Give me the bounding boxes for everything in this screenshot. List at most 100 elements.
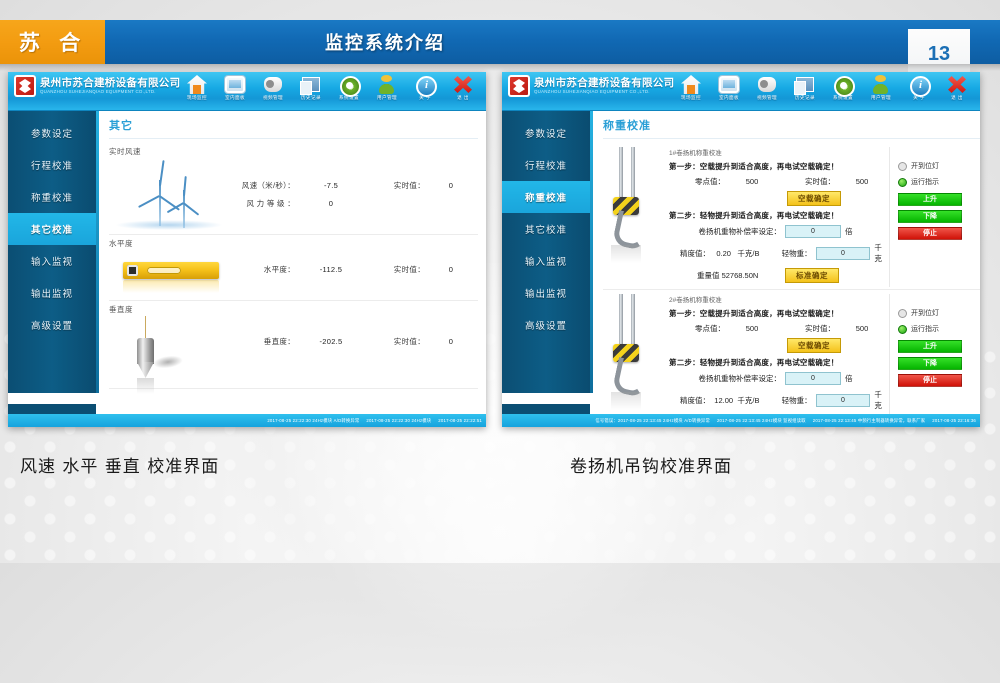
toolbar-item-indoor-panel[interactable]: 室内面板 [710, 74, 748, 110]
info-icon [415, 75, 437, 97]
sidebar-item-input-monitoring[interactable]: 输入监视 [8, 245, 96, 277]
status-text: 信号错误：2017-08-25 22:13:45 24Hz模块 A/D转换异常 [595, 417, 710, 423]
run-lamp-indicator: 运行指示 [898, 177, 980, 187]
toolbar-item-user-management[interactable]: 用户管理 [368, 74, 406, 110]
limit-lamp-label: 开到位灯 [911, 310, 939, 317]
sidebar-item-input-monitoring[interactable]: 输入监视 [502, 245, 590, 277]
block-title: 1#卷扬机称重校准 [669, 150, 722, 157]
field-row: 垂直度： -202.5 实时值： 0 [229, 336, 478, 347]
toolbar-item-system-settings[interactable]: 系统设置 [824, 74, 862, 110]
zero-label: 零点值： [695, 177, 725, 186]
toolbar-label: 用户管理 [377, 95, 397, 100]
wind-turbine-icon [109, 158, 229, 232]
field-value: -112.5 [319, 265, 343, 274]
empty-load-confirm-button[interactable]: 空载确定 [787, 191, 841, 206]
field-label: 垂直度： [263, 337, 295, 346]
sidebar-item-weighing-calibration[interactable]: 称重校准 [502, 181, 590, 213]
toolbar-item-exit[interactable]: 退 出 [938, 74, 976, 110]
spirit-level-icon [109, 250, 229, 298]
sidebar-item-output-monitoring[interactable]: 输出监视 [502, 277, 590, 309]
toolbar-item-history-records[interactable]: 历史记录 [292, 74, 330, 110]
title-bar-shadow [0, 64, 1000, 71]
light-weight-label: 轻物重： [781, 248, 812, 258]
toolbar-item-system-settings[interactable]: 系统设置 [330, 74, 368, 110]
gear-icon [339, 75, 361, 97]
field-value: -7.5 [323, 181, 339, 190]
section-horizontal-level: 水平度 水平度： -112.5 实时值： 0 [109, 235, 478, 301]
sidebar-item-parameter-settings[interactable]: 参数设定 [502, 117, 590, 149]
light-weight-label: 轻物重： [781, 395, 812, 405]
field-value-live: 0 [448, 265, 454, 274]
toolbar-item-history-records[interactable]: 历史记录 [786, 74, 824, 110]
standard-confirm-button[interactable]: 标准确定 [785, 268, 839, 283]
run-lamp-label: 运行指示 [911, 326, 939, 333]
sidebar-item-other-calibration[interactable]: 其它校准 [8, 213, 96, 245]
company-name-cn: 泉州市苏合建桥设备有限公司 [534, 76, 675, 89]
home-icon [187, 75, 207, 94]
toolbar-item-video-management[interactable]: 视频管理 [748, 74, 786, 110]
precision-label: 精度值： [680, 248, 711, 258]
panel-title: 称重校准 [603, 117, 980, 139]
sidebar-item-parameter-settings[interactable]: 参数设定 [8, 117, 96, 149]
status-text: 2017-08-25 22:22:30 24Hz模块 [366, 417, 432, 423]
page-number: 13 [927, 43, 951, 65]
toolbar-item-about[interactable]: 关 于 [900, 74, 938, 110]
slide-title-bar: 苏 合 监控系统介绍 13 [0, 20, 1000, 87]
toolbar-label: 室内面板 [225, 95, 245, 100]
light-weight-input[interactable]: 0 [815, 393, 871, 407]
compensation-row: 卷扬机重物补偿率设定： 0 倍 [669, 225, 889, 238]
up-button[interactable]: 上升 [898, 193, 962, 206]
live-label: 实时值： [805, 177, 835, 186]
page-title: 监控系统介绍 [325, 33, 445, 53]
sidebar-item-label: 行程校准 [30, 161, 73, 172]
zero-and-live-row: 零点值： 500 实时值： 500 [669, 176, 889, 187]
stop-button[interactable]: 停止 [898, 374, 962, 387]
zero-label: 零点值： [695, 324, 725, 333]
sidebar-item-advanced-settings[interactable]: 高级设置 [8, 309, 96, 341]
precision-value: 0.20 [716, 248, 731, 258]
plumb-fields: 垂直度： -202.5 实时值： 0 [229, 316, 478, 354]
up-button[interactable]: 上升 [898, 340, 962, 353]
toolbar-item-exit[interactable]: 退 出 [444, 74, 482, 110]
section-label: 实时风速 [109, 147, 141, 156]
toolbar-item-user-management[interactable]: 用户管理 [862, 74, 900, 110]
weight-row: 重量值 52768.50N 标准确定 [669, 268, 889, 283]
toolbar-item-site-monitoring[interactable]: 现场监控 [672, 74, 710, 110]
toolbar-item-site-monitoring[interactable]: 现场监控 [178, 74, 216, 110]
stop-button[interactable]: 停止 [898, 227, 962, 240]
company-name-cn: 泉州市苏合建桥设备有限公司 [40, 76, 181, 89]
left-status-bar: 2017-08-25 22:22:30 24Hz模块 A/D转换异常 2017-… [8, 414, 486, 427]
sidebar-item-label: 输出监视 [524, 289, 567, 300]
light-weight-unit: 千克 [874, 390, 882, 410]
sidebar-item-other-calibration[interactable]: 其它校准 [502, 213, 590, 245]
precision-unit: 千克/B [737, 248, 760, 258]
down-button[interactable]: 下降 [898, 357, 962, 370]
info-icon [909, 75, 931, 97]
status-text: 2017-08-25 22:13:45 中频行主制器转换异常，联系厂家 [812, 417, 926, 423]
sidebar-item-advanced-settings[interactable]: 高级设置 [502, 309, 590, 341]
toolbar-label: 室内面板 [719, 95, 739, 100]
toolbar-label: 现场监控 [681, 95, 701, 100]
down-button[interactable]: 下降 [898, 210, 962, 223]
right-sidebar: 参数设定 行程校准 称重校准 其它校准 输入监视 输出监视 高级设置 [502, 111, 590, 393]
sidebar-item-weighing-calibration[interactable]: 称重校准 [8, 181, 96, 213]
field-label-live: 实时值： [393, 181, 425, 190]
compensation-input[interactable]: 0 [785, 225, 841, 238]
sidebar-item-output-monitoring[interactable]: 输出监视 [8, 277, 96, 309]
live-value: 500 [855, 177, 869, 186]
caption-right: 卷扬机吊钩校准界面 [570, 457, 732, 477]
toolbar-item-video-management[interactable]: 视频管理 [254, 74, 292, 110]
toolbar-item-indoor-panel[interactable]: 室内面板 [216, 74, 254, 110]
compensation-input[interactable]: 0 [785, 372, 841, 385]
field-row: 风 力 等 级 ： 0 [229, 198, 478, 209]
sidebar-item-travel-calibration[interactable]: 行程校准 [8, 149, 96, 181]
sidebar-item-travel-calibration[interactable]: 行程校准 [502, 149, 590, 181]
toolbar-item-about[interactable]: 关 于 [406, 74, 444, 110]
precision-and-light-row: 精度值： 0.20 千克/B 轻物重： 0 千克 [669, 242, 889, 264]
field-row: 水平度： -112.5 实时值： 0 [229, 264, 478, 275]
sidebar-item-label: 其它校准 [30, 225, 73, 236]
camera-icon [757, 75, 777, 94]
empty-load-confirm-button[interactable]: 空载确定 [787, 338, 841, 353]
light-weight-input[interactable]: 0 [815, 246, 871, 260]
right-status-bar: 信号错误：2017-08-25 22:13:45 24Hz模块 A/D转换异常 … [502, 414, 980, 427]
